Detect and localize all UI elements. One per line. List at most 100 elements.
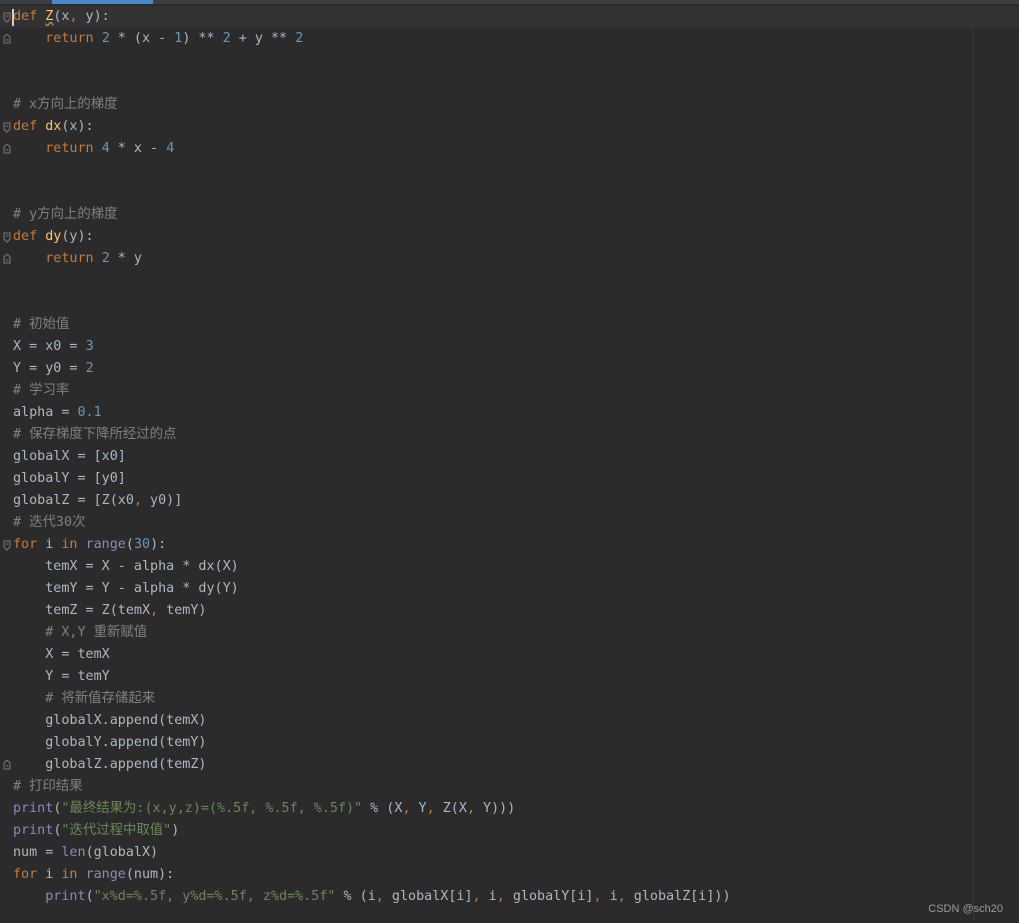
code-line[interactable]: globalZ.append(temZ) <box>13 754 206 776</box>
fold-end-icon[interactable] <box>3 144 11 154</box>
code-line[interactable]: num = len(globalX) <box>13 842 158 864</box>
code-line[interactable]: # 保存梯度下降所经过的点 <box>13 424 176 446</box>
code-token: globalY = [y0] <box>13 471 126 486</box>
code-token: globalX.append(temX) <box>13 713 207 728</box>
code-editor[interactable]: def Z(x, y): return 2 * (x - 1) ** 2 + y… <box>0 5 1019 923</box>
code-line[interactable]: print("x%d=%.5f, y%d=%.5f, z%d=%.5f" % (… <box>13 886 731 908</box>
watermark: CSDN @sch20 <box>928 903 1003 915</box>
code-token: (num): <box>125 867 175 882</box>
code-token: # y方向上的梯度 <box>13 207 118 222</box>
code-line[interactable]: return 2 * (x - 1) ** 2 + y ** 2 <box>13 28 303 50</box>
code-token: 2 <box>101 251 110 266</box>
code-token: , <box>375 889 384 904</box>
code-token: Y))) <box>475 801 516 816</box>
code-line[interactable]: for i in range(num): <box>13 864 174 886</box>
code-line[interactable]: temZ = Z(temX, temY) <box>13 600 207 622</box>
fold-start-icon[interactable] <box>3 540 11 551</box>
code-token: range <box>85 537 126 552</box>
code-line[interactable]: return 2 * y <box>13 248 142 270</box>
code-token: for <box>13 537 38 552</box>
code-line[interactable]: globalZ = [Z(x0, y0)] <box>13 490 182 512</box>
code-line[interactable]: Y = y0 = 2 <box>13 358 94 380</box>
code-token: print <box>13 823 54 838</box>
code-token: # x方向上的梯度 <box>13 97 118 112</box>
code-token: % (i <box>335 889 376 904</box>
code-token: 30 <box>133 537 151 552</box>
code-token: temY) <box>158 603 207 618</box>
code-token: i <box>37 867 62 882</box>
code-line[interactable]: for i in range(30): <box>13 534 166 556</box>
code-token: globalZ[i])) <box>625 889 731 904</box>
code-token: , <box>472 889 481 904</box>
code-token: alpha = <box>13 405 78 420</box>
code-token: "最终结果为:(x,y,z)=(%.5f, %.5f, %.5f)" <box>61 801 363 816</box>
code-token: for <box>13 867 38 882</box>
code-token: # 学习率 <box>13 383 70 398</box>
code-line[interactable]: print("最终结果为:(x,y,z)=(%.5f, %.5f, %.5f)"… <box>13 798 515 820</box>
code-token: Y = y0 = <box>13 361 86 376</box>
code-line[interactable]: globalY = [y0] <box>13 468 126 490</box>
code-line[interactable]: def Z(x, y): <box>0 6 1019 28</box>
code-token: def <box>13 119 38 134</box>
code-token: , <box>426 801 435 816</box>
code-token: * (x - <box>109 31 175 46</box>
code-line[interactable]: # x方向上的梯度 <box>13 94 118 116</box>
code-token: , <box>466 801 475 816</box>
text-caret <box>12 9 14 26</box>
fold-end-icon[interactable] <box>3 34 11 44</box>
code-line[interactable]: Y = temY <box>13 666 110 688</box>
code-token: % (X <box>362 801 403 816</box>
fold-start-icon[interactable] <box>3 232 11 243</box>
code-token: dx <box>45 119 62 134</box>
code-line[interactable]: return 4 * x - 4 <box>13 138 174 160</box>
code-line[interactable]: alpha = 0.1 <box>13 402 102 424</box>
code-line[interactable]: def dy(y): <box>13 226 94 248</box>
code-token: len <box>61 845 86 860</box>
code-token: * y <box>109 251 142 266</box>
code-token: y): <box>77 9 110 24</box>
code-token: globalX = [x0] <box>13 449 126 464</box>
code-line[interactable]: # X,Y 重新赋值 <box>13 622 147 644</box>
code-line[interactable]: X = x0 = 3 <box>13 336 94 358</box>
code-line[interactable]: globalX = [x0] <box>13 446 126 468</box>
fold-end-icon[interactable] <box>3 760 11 770</box>
code-token: Y = temY <box>13 669 110 684</box>
code-line[interactable]: temX = X - alpha * dx(X) <box>13 556 239 578</box>
code-token: ( <box>85 889 94 904</box>
code-token: 3 <box>85 339 94 354</box>
fold-start-icon[interactable] <box>3 12 11 23</box>
code-line[interactable]: def dx(x): <box>13 116 94 138</box>
code-token: # 将新值存储起来 <box>45 691 156 706</box>
code-line[interactable]: globalX.append(temX) <box>13 710 206 732</box>
code-token: globalY.append(temY) <box>13 735 207 750</box>
code-line[interactable]: # 学习率 <box>13 380 69 402</box>
code-token: globalZ = [Z(x0 <box>13 493 134 508</box>
code-line[interactable]: globalY.append(temY) <box>13 732 206 754</box>
code-line[interactable]: # 将新值存储起来 <box>13 688 155 710</box>
code-token: globalY[i] <box>504 889 594 904</box>
code-line[interactable]: # 迭代30次 <box>13 512 85 534</box>
code-token: 2 <box>101 31 110 46</box>
code-token: Z(X <box>434 801 467 816</box>
code-token: 0.1 <box>77 405 102 420</box>
code-line[interactable]: # y方向上的梯度 <box>13 204 118 226</box>
code-token: globalX[i] <box>383 889 473 904</box>
fold-start-icon[interactable] <box>3 122 11 133</box>
fold-end-icon[interactable] <box>3 254 11 264</box>
code-line[interactable]: # 初始值 <box>13 314 69 336</box>
code-token: i <box>480 889 497 904</box>
code-line[interactable]: temY = Y - alpha * dy(Y) <box>13 578 239 600</box>
code-line[interactable]: # 打印结果 <box>13 776 83 798</box>
code-line[interactable]: X = temX <box>13 644 110 666</box>
code-token: # X,Y 重新赋值 <box>45 625 148 640</box>
code-token: , <box>69 9 78 24</box>
code-line[interactable]: print("迭代过程中取值") <box>13 820 179 842</box>
code-token: ): <box>150 537 167 552</box>
editor-tab-bar <box>0 0 1019 4</box>
